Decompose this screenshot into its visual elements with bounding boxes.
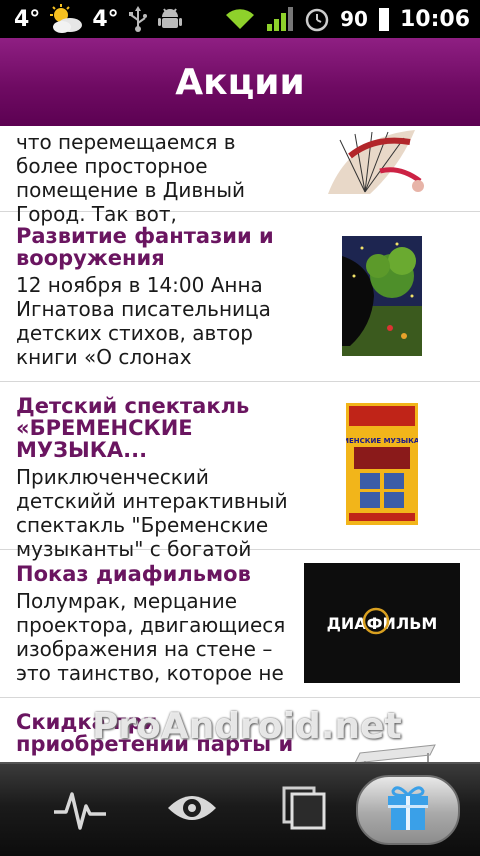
item-description: 12 ноября в 14:00 Анна Игнатова писатель…	[16, 273, 271, 369]
nav-view-button[interactable]	[152, 764, 232, 856]
watermark-text: ProAndroid.net	[92, 706, 402, 747]
nav-activity-button[interactable]	[40, 764, 120, 856]
list-item[interactable]: Детский спектакль «БРЕМЕНСКИЕ МУЗЫКА... …	[0, 381, 480, 561]
poster-title: БРЕМЕНСКИЕ МУЗЫКАНТЫ	[346, 437, 418, 445]
list-item[interactable]: Развитие фантазии и вооружения 12 ноября…	[0, 211, 480, 382]
promo-list[interactable]: что перемещаемся в более просторное поме…	[0, 126, 480, 762]
item-thumbnail-diafilm: ДИАФИЛЬМ	[304, 563, 460, 683]
signal-icon	[266, 6, 294, 32]
header: Акции	[0, 38, 480, 127]
nav-pages-button[interactable]	[264, 764, 344, 856]
battery-percent-text: 90	[340, 7, 368, 31]
page-title: Акции	[175, 61, 305, 103]
item-thumbnail-poster: БРЕМЕНСКИЕ МУЗЫКАНТЫ	[327, 403, 437, 525]
status-bar: 4° 4° 90 10:06	[0, 0, 480, 38]
list-item[interactable]: что перемещаемся в более просторное поме…	[0, 126, 480, 226]
item-thumbnail-book	[342, 236, 422, 356]
temperature-text-2: 4°	[92, 6, 119, 32]
pulse-icon	[52, 784, 108, 836]
eye-icon	[166, 790, 218, 830]
usb-icon	[127, 6, 149, 32]
pages-icon	[280, 784, 328, 836]
item-title: Развитие фантазии и вооружения	[16, 224, 274, 270]
item-title: Показ диафильмов	[16, 562, 251, 586]
item-thumbnail-fan	[320, 126, 432, 198]
battery-icon	[378, 6, 390, 32]
item-title: Детский спектакль «БРЕМЕНСКИЕ МУЗЫКА...	[16, 394, 250, 462]
item-description: Приключенческий детскийй интерактивный с…	[16, 465, 288, 561]
gift-icon	[383, 783, 433, 837]
nav-selected-pill	[356, 775, 460, 845]
nav-promo-button[interactable]	[356, 764, 460, 856]
weather-icon	[48, 4, 84, 34]
temperature-text: 4°	[14, 6, 41, 32]
clock-text: 10:06	[399, 6, 470, 32]
alarm-icon	[304, 6, 330, 32]
list-item[interactable]: Показ диафильмов Полумрак, мерцание прое…	[0, 549, 480, 698]
android-debug-icon	[157, 6, 183, 32]
item-description: Полумрак, мерцание проектора, двигающиес…	[16, 589, 286, 685]
wifi-icon	[224, 7, 256, 31]
bottom-nav	[0, 762, 480, 856]
